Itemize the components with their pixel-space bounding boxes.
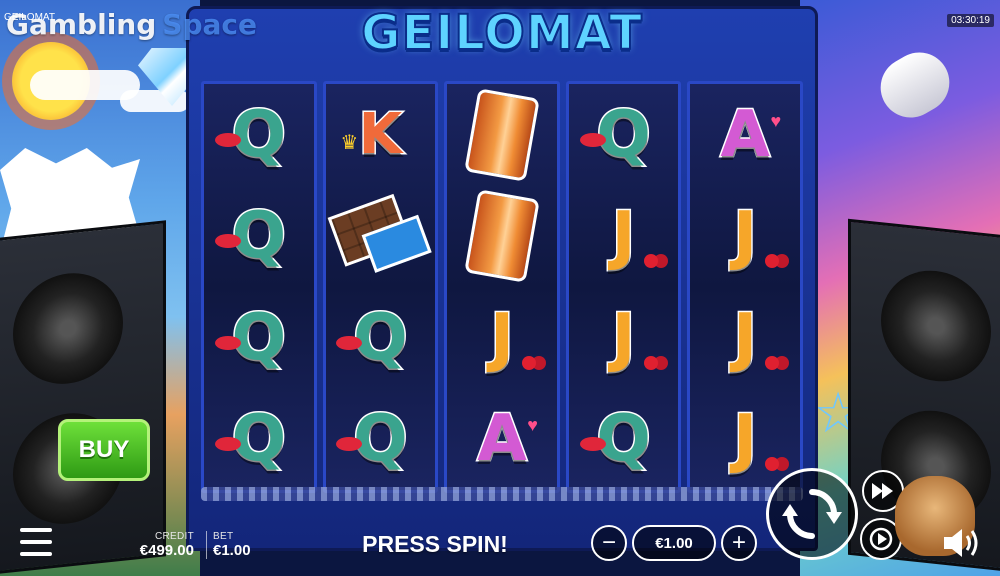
reel-symbol: J (695, 292, 795, 384)
reel-symbol: Q (209, 190, 309, 282)
orange-can-icon (464, 189, 540, 283)
reel-symbol (452, 88, 552, 182)
symbol-letter-q: Q (230, 97, 287, 172)
reel-symbol: Q (209, 393, 309, 485)
bet-selector-value: €1.00 (632, 525, 716, 561)
credit-label: CREDIT (154, 531, 194, 542)
status-message: PRESS SPIN! (362, 531, 508, 557)
reel-symbol: Q (330, 393, 430, 485)
reel-symbol: Q (330, 292, 430, 384)
symbol-letter-j: J (610, 199, 637, 274)
reel-3: J A ♥ (444, 81, 560, 493)
lips-icon (336, 335, 363, 350)
symbol-letter-q: Q (595, 97, 652, 172)
bet-display: BET €1.00 (206, 531, 273, 559)
symbol-letter-q: Q (595, 402, 652, 477)
bet-value: €1.00 (213, 542, 251, 559)
lips-icon (579, 437, 606, 452)
symbol-letter-a: A (476, 402, 529, 477)
symbol-letter-a: A (719, 97, 772, 172)
reel-symbol: Q (574, 393, 674, 485)
game-logo: GEILOMAT (360, 4, 643, 62)
spin-arrows-icon (782, 489, 842, 539)
reel-1: QQQQ (201, 81, 317, 493)
reel-symbol: J (695, 393, 795, 485)
lips-icon (579, 132, 606, 147)
reel-symbol: Q (209, 292, 309, 384)
buy-button[interactable]: BUY (58, 419, 150, 481)
autoplay-icon (869, 527, 893, 551)
reel-grid: Q Q Q Q K ♛ Q Q J A ♥ Q J J Q A ♥ J J J (201, 81, 803, 493)
reel-symbol: Q (574, 89, 674, 181)
cherry-icon (765, 457, 780, 472)
symbol-letter-q: Q (352, 300, 409, 375)
reel-symbol (328, 189, 433, 284)
heart-icon: ♥ (770, 110, 782, 131)
symbol-letter-j: J (489, 300, 516, 375)
fast-forward-icon (872, 483, 893, 499)
reel-symbol: K ♛ (330, 89, 430, 181)
cabinet-base-strip (201, 487, 803, 501)
symbol-letter-j: J (732, 300, 759, 375)
reel-symbol (452, 189, 552, 283)
symbol-letter-q: Q (230, 199, 287, 274)
spin-button[interactable] (766, 468, 858, 560)
symbol-letter-j: J (732, 402, 759, 477)
symbol-letter-q: Q (352, 402, 409, 477)
symbol-letter-q: Q (230, 402, 287, 477)
symbol-letter-j: J (732, 199, 759, 274)
reel-symbol: A ♥ (695, 89, 795, 181)
reel-5: A ♥ J J J (687, 81, 803, 493)
crown-icon: ♛ (340, 131, 359, 154)
reel-symbol: J (574, 190, 674, 282)
lips-icon (214, 132, 241, 147)
left-speaker-decoration (0, 220, 166, 576)
hamburger-menu-icon[interactable] (20, 528, 52, 558)
reel-symbol: J (574, 292, 674, 384)
bet-label: BET (213, 531, 234, 542)
reel-symbol: Q (209, 89, 309, 181)
lips-icon (214, 335, 241, 350)
reel-symbol: J (452, 292, 552, 384)
symbol-letter-k: K (357, 101, 403, 167)
credit-value: €499.00 (139, 542, 194, 559)
credit-display: CREDIT €499.00 (122, 531, 194, 559)
reel-2: K ♛ Q Q (322, 81, 439, 493)
speaker-icon (944, 529, 978, 557)
reel-symbol: J (695, 190, 795, 282)
bet-decrease-button[interactable]: − (591, 525, 627, 561)
cherry-icon (643, 355, 658, 370)
heart-icon: ♥ (527, 415, 538, 436)
sound-button[interactable] (942, 526, 986, 560)
orange-can-icon (464, 88, 540, 182)
reel-4: QJJQ (565, 81, 682, 493)
chocolate-bar-icon (328, 189, 433, 284)
slot-cabinet: GEILOMAT Q Q Q Q K ♛ Q Q J A ♥ Q J J Q A ♥ J J J (186, 4, 818, 551)
reel-symbol: A ♥ (452, 393, 552, 485)
watermark-part2: Space (162, 8, 257, 41)
cherry-icon (643, 254, 658, 269)
window-title: GEILOMAT (4, 12, 55, 23)
symbol-letter-q: Q (230, 300, 287, 375)
cherry-icon (521, 355, 536, 370)
cherry-icon (765, 254, 780, 269)
bet-increase-button[interactable]: + (721, 525, 757, 561)
clock: 03:30:19 (947, 14, 994, 27)
cherry-icon (765, 355, 780, 370)
symbol-letter-j: J (610, 300, 637, 375)
